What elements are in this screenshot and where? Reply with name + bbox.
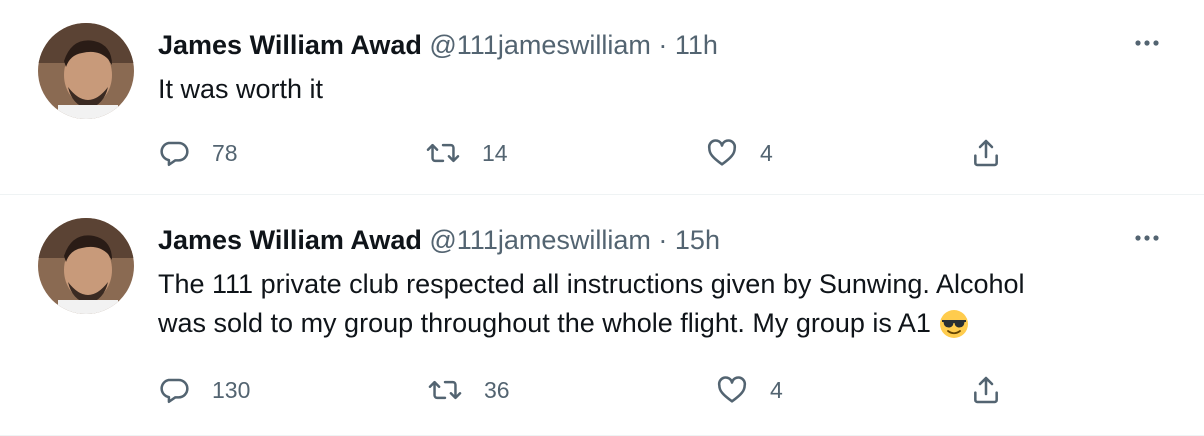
tweet-feed: James William Awad @111jameswilliam · 11… [0,0,1204,436]
reply-button[interactable]: 130 [158,370,250,410]
like-count: 4 [770,376,783,403]
reply-button[interactable]: 78 [158,133,238,173]
share-button[interactable] [970,133,1002,173]
tweet-actions: 130 36 4 [158,370,1018,410]
tweet-header: James William Awad @111jameswilliam · 11… [158,28,718,62]
tweet-text: It was worth it [158,70,1148,109]
author-handle[interactable]: @111jameswilliam [429,225,650,255]
avatar[interactable] [38,23,134,119]
more-horizontal-icon[interactable] [1134,30,1160,56]
author-name[interactable]: James William Awad [158,30,422,60]
retweet-button[interactable]: 36 [428,370,510,410]
reply-count: 130 [212,376,251,403]
avatar[interactable] [38,218,134,314]
share-icon [970,137,1002,169]
tweet-text-line-with-emoji: was sold to my group throughout the whol… [158,304,1148,350]
tweet-text-line: It was worth it [158,74,324,104]
smiling-face-with-sunglasses-icon [939,309,969,350]
reply-bubble-icon [158,137,190,169]
tweet-text-line: The 111 private club respected all instr… [158,269,1025,299]
separator-dot: · [658,30,668,60]
like-button[interactable]: 4 [706,133,773,173]
retweet-count: 36 [484,376,510,403]
tweet-header: James William Awad @111jameswilliam · 15… [158,223,720,257]
timestamp[interactable]: 11h [675,30,718,60]
tweet[interactable]: James William Awad @111jameswilliam · 11… [0,0,1204,195]
heart-icon [716,374,748,406]
retweet-icon [426,137,460,169]
like-button[interactable]: 4 [716,370,783,410]
tweet[interactable]: James William Awad @111jameswilliam · 15… [0,195,1204,436]
author-handle[interactable]: @111jameswilliam [429,30,650,60]
timestamp[interactable]: 15h [675,225,720,255]
reply-count: 78 [212,139,238,166]
retweet-button[interactable]: 14 [426,133,508,173]
share-button[interactable] [970,370,1002,410]
heart-icon [706,137,738,169]
tweet-text: The 111 private club respected all instr… [158,265,1148,350]
retweet-count: 14 [482,139,508,166]
reply-bubble-icon [158,374,190,406]
tweet-actions: 78 14 4 [158,133,1018,173]
more-horizontal-icon[interactable] [1134,225,1160,251]
author-name[interactable]: James William Awad [158,225,422,255]
tweet-text-line: was sold to my group throughout the whol… [158,308,931,338]
share-icon [970,374,1002,406]
separator-dot: · [658,225,668,255]
retweet-icon [428,374,462,406]
like-count: 4 [760,139,773,166]
